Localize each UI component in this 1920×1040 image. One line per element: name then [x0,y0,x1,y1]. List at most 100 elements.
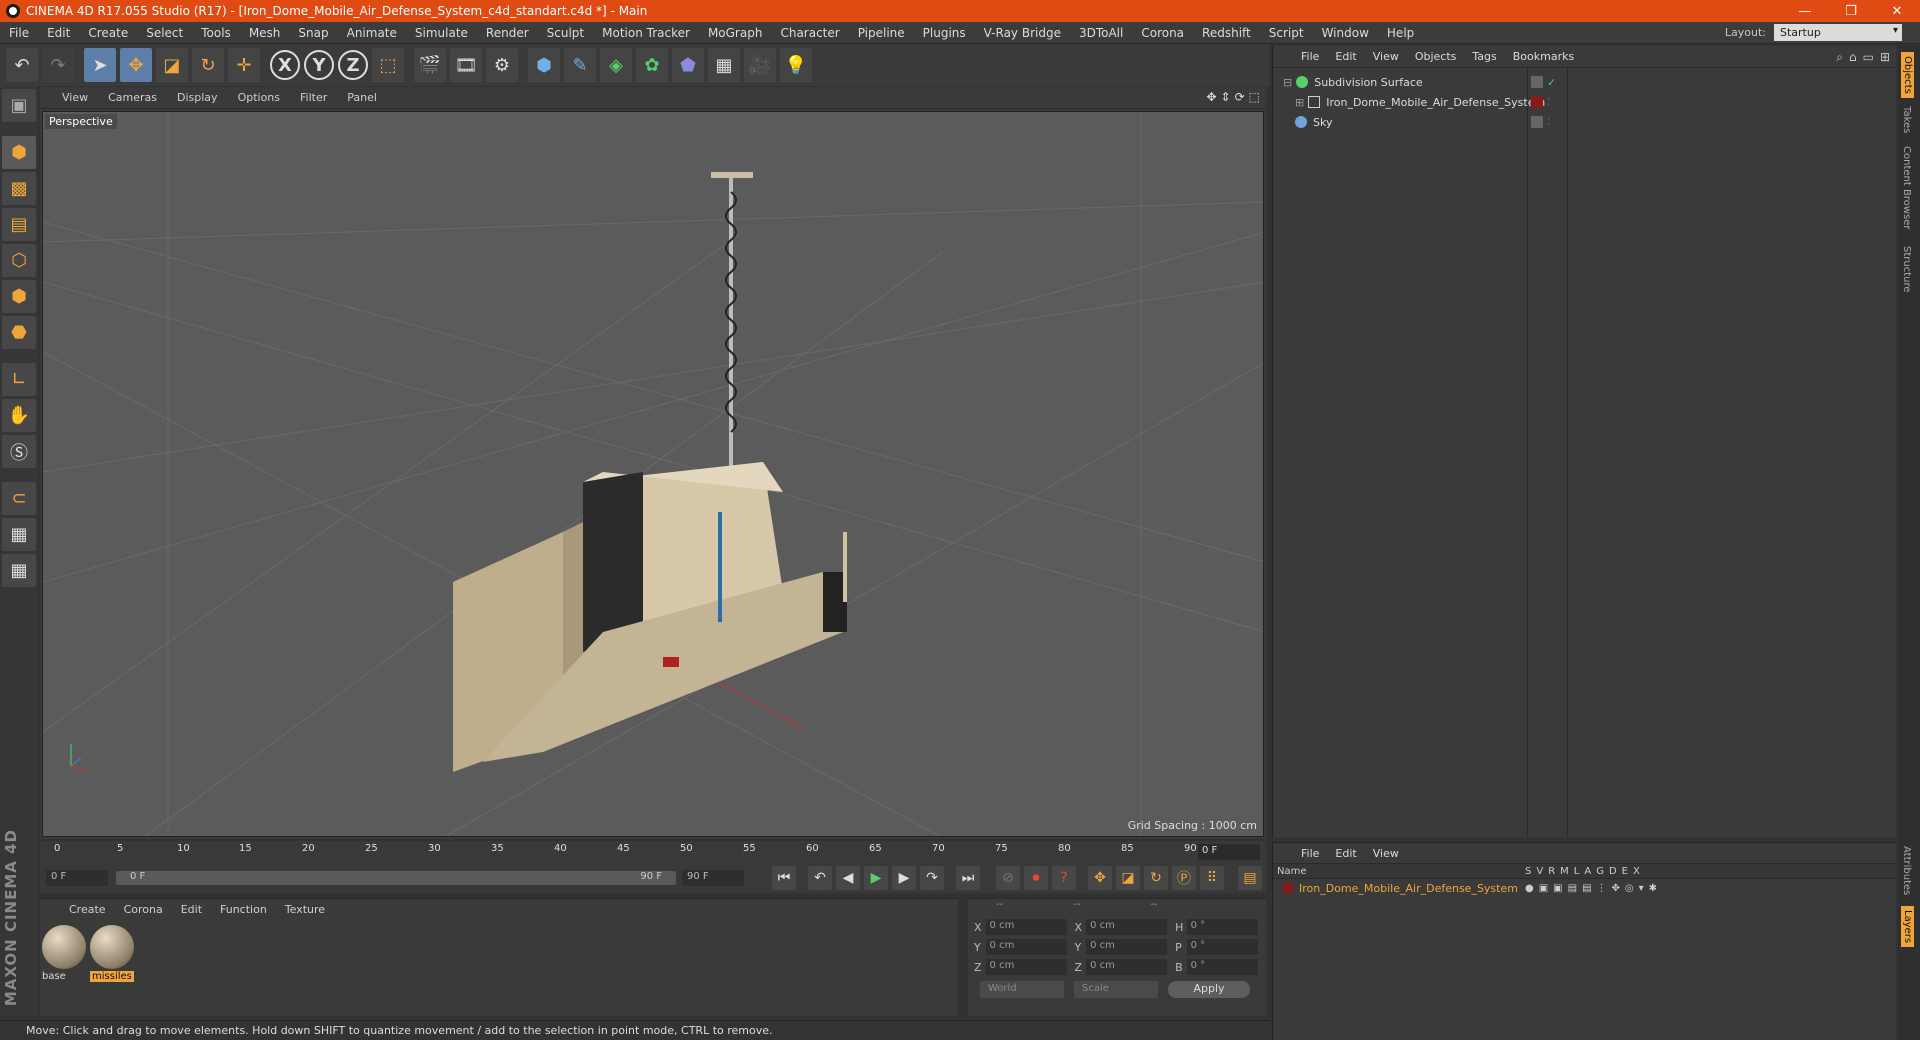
start-frame-field[interactable]: 0 F [46,870,108,886]
object-row-sky[interactable]: Sky ⁚ [1273,112,1897,132]
viewport-menu-view[interactable]: View [52,91,98,104]
cloner-icon[interactable]: ✿ [636,48,668,82]
visibility-toggle-icon[interactable] [1531,76,1543,88]
position-z-field[interactable]: 0 cm [985,959,1067,975]
points-mode-icon[interactable]: ⬡ [2,244,36,277]
rotation-b-field[interactable]: 0 ° [1186,959,1259,975]
snapping-icon[interactable]: ⊂ [2,482,36,515]
object-menu-bookmarks[interactable]: Bookmarks [1505,50,1582,63]
menu-pipeline[interactable]: Pipeline [849,26,914,40]
record-active-objects-icon[interactable]: ⏺ [1024,866,1048,890]
material-menu-corona[interactable]: Corona [115,903,172,916]
menu-window[interactable]: Window [1313,26,1378,40]
scale-tool-icon[interactable]: ◪ [156,48,188,82]
layer-menu-edit[interactable]: Edit [1327,847,1364,860]
tab-objects[interactable]: Objects [1901,52,1914,98]
object-menu-view[interactable]: View [1365,50,1407,63]
visibility-toggle-icon[interactable] [1531,116,1543,128]
layer-menu-view[interactable]: View [1365,847,1407,860]
menu-help[interactable]: Help [1378,26,1423,40]
tab-attributes[interactable]: Attributes [1901,846,1912,895]
cube-object-icon[interactable]: ⬢ [528,48,560,82]
viewport-camera-label[interactable]: Perspective [45,114,117,129]
texture-mode-icon[interactable]: ▩ [2,172,36,205]
layer-name[interactable]: Iron_Dome_Mobile_Air_Defense_System [1299,882,1518,895]
visibility-dots-icon[interactable]: ⁚ [1547,117,1550,128]
layer-menu-file[interactable]: File [1293,847,1327,860]
menu-redshift[interactable]: Redshift [1193,26,1260,40]
search-icon[interactable]: ⌕ [1836,50,1843,65]
transform-tool-icon[interactable]: ✛ [228,48,260,82]
next-key-icon[interactable]: ↷ [920,866,944,890]
dolly-icon[interactable]: ⇕ [1221,90,1231,104]
current-frame-field[interactable]: 0 F [1198,844,1260,860]
object-row-subdivision-surface[interactable]: ⊟ Subdivision Surface ✓ [1273,72,1897,92]
new-view-icon[interactable]: ▭ [1863,50,1874,65]
enabled-check-icon[interactable]: ✓ [1547,76,1556,89]
render-settings-icon[interactable]: ⚙ [486,48,518,82]
rotation-p-field[interactable]: 0 ° [1186,939,1259,955]
object-menu-objects[interactable]: Objects [1407,50,1465,63]
menu-tools[interactable]: Tools [192,26,240,40]
camera-icon[interactable]: 🎥 [744,48,776,82]
layout-dropdown[interactable]: Startup [1774,24,1902,41]
viewport-menu-filter[interactable]: Filter [290,91,337,104]
pen-spline-icon[interactable]: ✎ [564,48,596,82]
pan-icon[interactable]: ✥ [1206,90,1216,104]
record-scale-icon[interactable]: ◪ [1116,866,1140,890]
menu-select[interactable]: Select [137,26,192,40]
layer-color-icon[interactable] [1531,96,1543,108]
size-y-field[interactable]: 0 cm [1086,939,1168,955]
tab-content-browser[interactable]: Content Browser [1901,146,1912,229]
tab-takes[interactable]: Takes [1901,106,1912,133]
viewport-menu-display[interactable]: Display [167,91,228,104]
timeline-window-icon[interactable]: ▤ [1238,866,1262,890]
object-name[interactable]: Iron_Dome_Mobile_Air_Defense_System [1326,96,1545,109]
menu-mesh[interactable]: Mesh [240,26,290,40]
menu-script[interactable]: Script [1260,26,1313,40]
y-axis-lock-icon[interactable]: Y [304,50,334,80]
expand-icon[interactable]: ⊞ [1295,96,1304,109]
menu-file[interactable]: File [0,26,38,40]
maximize-button[interactable]: ❐ [1828,0,1874,22]
size-z-field[interactable]: 0 cm [1086,959,1168,975]
material-menu-edit[interactable]: Edit [172,903,211,916]
transform-mode-dropdown[interactable]: Scale [1074,981,1158,998]
next-frame-icon[interactable]: ▶ [892,866,916,890]
render-picture-viewer-icon[interactable]: 🎞 [450,48,482,82]
go-to-start-icon[interactable]: ⏮ [772,866,796,890]
expand-panel-icon[interactable]: ⊞ [1880,50,1890,65]
record-parameter-icon[interactable]: Ⓟ [1172,866,1196,890]
minimize-button[interactable]: — [1782,0,1828,22]
layer-color-swatch[interactable] [1283,883,1293,893]
polygons-mode-icon[interactable]: ⬣ [2,316,36,349]
material-menu-texture[interactable]: Texture [276,903,334,916]
go-to-end-icon[interactable]: ⏭ [956,866,980,890]
make-editable-icon[interactable]: ▣ [2,89,36,122]
axis-mode-icon[interactable]: ∟ [2,363,36,396]
quantize-icon[interactable]: ▦ [2,554,36,587]
object-menu-file[interactable]: File [1293,50,1327,63]
record-rotation-icon[interactable]: ↻ [1144,866,1168,890]
z-axis-lock-icon[interactable]: Z [338,50,368,80]
workplane-mode-icon[interactable]: ▤ [2,208,36,241]
timeline-ruler[interactable]: 0 5 10 15 20 25 30 35 40 45 50 55 60 65 … [40,841,1266,863]
position-y-field[interactable]: 0 cm [985,939,1067,955]
menu-animate[interactable]: Animate [338,26,406,40]
object-name[interactable]: Subdivision Surface [1314,76,1422,89]
viewport-menu-panel[interactable]: Panel [337,91,387,104]
visibility-dots-icon[interactable]: ⁚ [1547,97,1550,108]
apply-button[interactable]: Apply [1168,981,1250,998]
menu-edit[interactable]: Edit [38,26,79,40]
undo-icon[interactable]: ↶ [6,48,38,82]
menu-corona[interactable]: Corona [1132,26,1193,40]
redo-icon[interactable]: ↷ [42,48,74,82]
live-selection-icon[interactable]: ➤ [84,48,116,82]
maximize-view-icon[interactable]: ⬚ [1249,90,1260,104]
object-row-iron-dome[interactable]: ⊞ Iron_Dome_Mobile_Air_Defense_System ⁚ [1273,92,1897,112]
tweak-mode-icon[interactable]: ✋ [2,399,36,432]
play-icon[interactable]: ▶ [864,866,888,890]
record-position-icon[interactable]: ✥ [1088,866,1112,890]
collapse-icon[interactable]: ⊟ [1283,76,1292,89]
deformer-icon[interactable]: ⬟ [672,48,704,82]
